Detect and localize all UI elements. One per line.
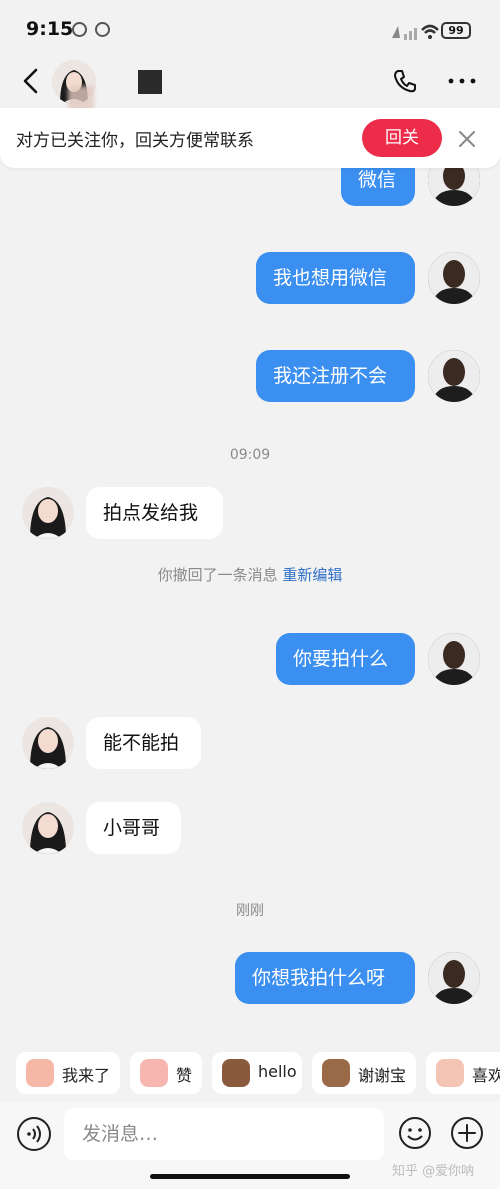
follow-banner-text: 对方已关注你，回关方便常联系 xyxy=(16,131,254,151)
timestamp: 09:09 xyxy=(229,447,271,463)
chat-header xyxy=(0,56,500,116)
follow-back-banner: 对方已关注你，回关方便常联系 回关 xyxy=(0,108,500,168)
recall-notice: 你撤回了一条消息 重新编辑 xyxy=(0,564,500,585)
message-bubble-incoming[interactable]: 小哥哥 xyxy=(86,802,181,854)
emoji-icon[interactable] xyxy=(398,1116,432,1150)
self-avatar[interactable] xyxy=(428,350,480,402)
message-bubble-outgoing[interactable]: 你要拍什么 xyxy=(276,633,415,685)
quick-reply-label: hello xyxy=(258,1062,297,1081)
quick-reply-chip[interactable]: 谢谢宝 xyxy=(312,1052,416,1094)
voice-input-icon[interactable] xyxy=(16,1116,52,1152)
message-bubble-incoming[interactable]: 拍点发给我 xyxy=(86,487,223,539)
follow-back-button[interactable]: 回关 xyxy=(362,119,442,157)
more-options-icon[interactable] xyxy=(448,78,476,84)
message-bubble-incoming[interactable]: 能不能拍 xyxy=(86,717,201,769)
quick-reply-label: 我来了 xyxy=(62,1066,111,1085)
message-bubble-outgoing[interactable]: 我还注册不会 xyxy=(256,350,415,402)
quick-reply-bar[interactable]: 我来了 赞 hello 谢谢宝 喜欢 xyxy=(0,1044,500,1102)
back-arrow-icon[interactable] xyxy=(18,66,46,96)
quick-reply-chip[interactable]: 赞 xyxy=(130,1052,202,1094)
recall-text: 你撤回了一条消息 xyxy=(157,566,278,584)
phone-call-icon[interactable] xyxy=(392,68,418,94)
sticker-icon xyxy=(26,1059,54,1087)
battery-icon: 99 xyxy=(441,22,471,39)
re-edit-link[interactable]: 重新编辑 xyxy=(282,566,342,584)
self-avatar[interactable] xyxy=(428,633,480,685)
quick-reply-chip[interactable]: 喜欢 xyxy=(426,1052,500,1094)
quick-reply-label: 喜欢 xyxy=(472,1066,500,1085)
timestamp: 刚刚 xyxy=(236,903,264,919)
contact-avatar[interactable] xyxy=(22,487,74,539)
close-icon[interactable] xyxy=(458,130,476,148)
sticker-icon xyxy=(222,1059,250,1087)
app-notification-icon xyxy=(72,22,87,37)
sticker-icon xyxy=(140,1059,168,1087)
self-avatar[interactable] xyxy=(428,252,480,304)
message-bubble-outgoing[interactable]: 你想我拍什么呀 xyxy=(235,952,415,1004)
contact-avatar[interactable] xyxy=(22,802,74,854)
quick-reply-label: 赞 xyxy=(176,1066,193,1085)
app-notification-icon-2 xyxy=(95,22,110,37)
status-time: 9:15 xyxy=(26,18,74,40)
home-indicator[interactable] xyxy=(150,1174,350,1179)
quick-reply-label: 谢谢宝 xyxy=(358,1066,407,1085)
status-bar: 9:15 99 xyxy=(0,0,500,56)
quick-reply-chip[interactable]: 我来了 xyxy=(16,1052,120,1094)
message-bubble-outgoing[interactable]: 我也想用微信 xyxy=(256,252,415,304)
self-avatar[interactable] xyxy=(428,952,480,1004)
redacted-name-block xyxy=(138,70,162,94)
quick-reply-chip[interactable]: hello xyxy=(212,1052,302,1094)
watermark-text: 知乎 @爱你呐 xyxy=(392,1164,475,1179)
message-input[interactable]: 发消息… xyxy=(64,1108,384,1160)
sticker-icon xyxy=(322,1059,350,1087)
plus-icon[interactable] xyxy=(450,1116,484,1150)
contact-avatar[interactable] xyxy=(22,717,74,769)
message-list[interactable]: 微信 我也想用微信 我还注册不会 09:09 拍点发给我 你撤回了一条消息 重新… xyxy=(0,108,500,1038)
sticker-icon xyxy=(436,1059,464,1087)
